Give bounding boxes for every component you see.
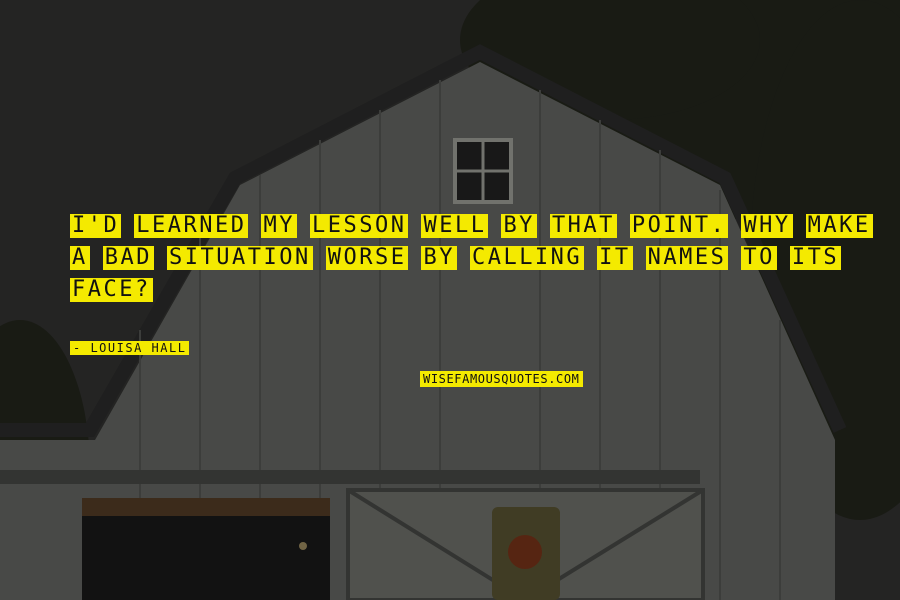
quote-word: WORSE <box>325 245 409 270</box>
quote-word: POINT. <box>629 213 729 238</box>
quote-word: ITS <box>789 245 842 270</box>
quote-word: LESSON <box>309 213 409 238</box>
quote-word: SITUATION <box>167 245 313 270</box>
quote-word: A <box>70 245 90 270</box>
quote-word: BY <box>421 245 457 270</box>
quote-word: IT <box>597 245 633 270</box>
quote-line: I'D LEARNED MY LESSON WELL BY THAT POINT. WHY MAK… <box>70 213 873 240</box>
quote-word: NAMES <box>645 245 729 270</box>
quote-word: WHY <box>741 213 793 238</box>
quote-word: I'D <box>70 213 122 238</box>
quote-word: LEARNED <box>134 213 249 238</box>
site-watermark-link[interactable]: WISEFAMOUSQUOTES.COM <box>420 371 583 387</box>
quote-word: MY <box>261 213 297 238</box>
quote-word: THAT <box>549 213 617 238</box>
quote-author: - LOUISA HALL <box>70 341 190 355</box>
quote-word: BY <box>501 213 537 238</box>
quote-word: FACE? <box>70 277 153 302</box>
quote-word: TO <box>741 245 777 270</box>
quote-line: A BAD SITUATION WORSE BY CALLING IT NAMES TO ITS <box>70 246 850 272</box>
quote-word: WELL <box>421 213 489 238</box>
quote-word: CALLING <box>469 245 585 270</box>
quote-line: FACE? <box>70 278 850 304</box>
quote-word: MAKE <box>805 213 873 238</box>
quote-word: BAD <box>102 245 154 270</box>
quote-text: I'D LEARNED MY LESSON WELL BY THAT POINT. WHY MAK… <box>70 213 873 310</box>
